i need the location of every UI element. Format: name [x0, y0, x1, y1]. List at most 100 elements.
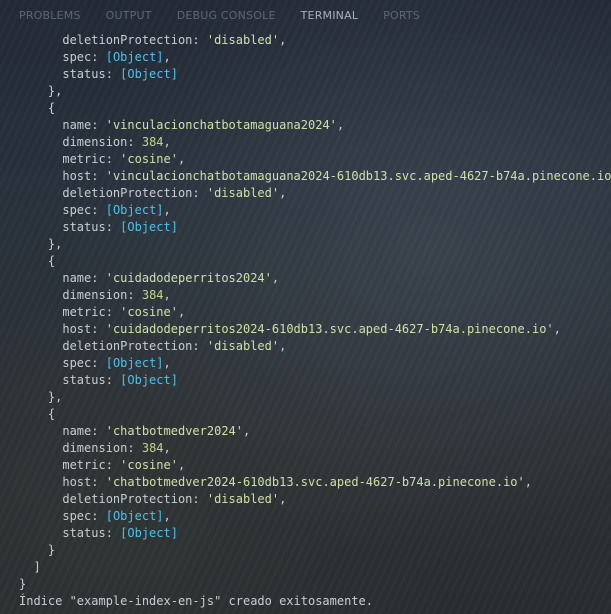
terminal-token: Índice "example-index-en-js" creado exit… — [19, 594, 374, 608]
terminal-line: dimension: 384, — [19, 440, 611, 457]
terminal-token: , — [279, 186, 287, 200]
terminal-line: { — [19, 100, 611, 117]
terminal-token: , — [177, 152, 186, 166]
terminal-token: , — [163, 203, 171, 217]
terminal-token: , — [163, 356, 171, 370]
terminal-line: name: 'vinculacionchatbotamaguana2024', — [19, 117, 611, 134]
terminal-token: 'cuidadodeperritos2024' — [105, 271, 272, 285]
terminal-token: }, — [47, 84, 63, 98]
terminal-token: [Object] — [120, 526, 178, 540]
terminal-token: [Object] — [105, 203, 164, 217]
terminal-token: }, — [47, 390, 63, 404]
terminal-token: { — [47, 254, 56, 268]
terminal-token: [Object] — [105, 509, 164, 523]
terminal-token: , — [524, 475, 532, 489]
terminal-line: { — [19, 406, 611, 423]
terminal-panel: PROBLEMS OUTPUT DEBUG CONSOLE TERMINAL P… — [0, 0, 611, 614]
terminal-token: host: — [62, 322, 106, 336]
terminal-line: } — [19, 576, 611, 593]
terminal-token: , — [279, 339, 287, 353]
terminal-token: host: — [62, 169, 106, 183]
terminal-line: host: 'cuidadodeperritos2024-610db13.svc… — [19, 321, 611, 338]
terminal-token: 'chatbotmedver2024' — [105, 424, 243, 438]
tab-output[interactable]: OUTPUT — [106, 1, 152, 29]
terminal-token: { — [47, 407, 56, 421]
terminal-line: ] — [19, 559, 611, 576]
terminal-token: spec: — [62, 356, 106, 370]
tab-ports[interactable]: PORTS — [383, 1, 420, 29]
terminal-token: [Object] — [120, 220, 178, 234]
terminal-token: }, — [47, 237, 63, 251]
terminal-token: deletionProtection: — [62, 186, 207, 200]
terminal-line: host: 'vinculacionchatbotamaguana2024-61… — [19, 168, 611, 185]
tab-problems[interactable]: PROBLEMS — [19, 1, 81, 29]
terminal-token: deletionProtection: — [62, 33, 207, 47]
terminal-line: name: 'chatbotmedver2024', — [19, 423, 611, 440]
terminal-token: , — [279, 33, 287, 47]
terminal-token: status: — [62, 67, 121, 81]
terminal-token: , — [163, 509, 171, 523]
terminal-token: , — [163, 288, 171, 302]
terminal-token: ] — [33, 560, 41, 574]
terminal-token: , — [336, 118, 345, 132]
terminal-line: dimension: 384, — [19, 287, 611, 304]
terminal-line: metric: 'cosine', — [19, 304, 611, 321]
terminal-token: , — [163, 135, 171, 149]
terminal-line: spec: [Object], — [19, 355, 611, 372]
terminal-line: } — [19, 542, 611, 559]
terminal-line: status: [Object] — [19, 525, 611, 542]
terminal-token: 'disabled' — [206, 339, 280, 353]
terminal-token: metric: — [62, 305, 121, 319]
terminal-token: 'disabled' — [206, 186, 280, 200]
terminal-token: , — [177, 458, 186, 472]
terminal-token: dimension: — [62, 288, 142, 302]
terminal-token: host: — [62, 475, 106, 489]
tab-debug-console[interactable]: DEBUG CONSOLE — [177, 1, 276, 29]
terminal-token: metric: — [62, 152, 121, 166]
tab-terminal[interactable]: TERMINAL — [301, 1, 359, 29]
terminal-token: 'vinculacionchatbotamaguana2024-610db13.… — [105, 169, 611, 183]
terminal-token: } — [47, 543, 56, 557]
terminal-token: spec: — [62, 50, 106, 64]
terminal-token: name: — [62, 424, 106, 438]
terminal-line: Índice "example-index-en-js" creado exit… — [19, 593, 611, 610]
terminal-token: dimension: — [62, 135, 142, 149]
terminal-token: 'cosine' — [120, 305, 178, 319]
terminal-line: spec: [Object], — [19, 49, 611, 66]
terminal-line: metric: 'cosine', — [19, 151, 611, 168]
terminal-token: 'cosine' — [120, 152, 178, 166]
terminal-line: spec: [Object], — [19, 508, 611, 525]
terminal-token: spec: — [62, 509, 106, 523]
terminal-token: 'cosine' — [120, 458, 178, 472]
terminal-token: , — [177, 305, 186, 319]
terminal-token: 'disabled' — [206, 492, 280, 506]
terminal-token: dimension: — [62, 441, 142, 455]
terminal-token: [Object] — [120, 373, 178, 387]
terminal-line: deletionProtection: 'disabled', — [19, 338, 611, 355]
terminal-line: deletionProtection: 'disabled', — [19, 185, 611, 202]
terminal-line: status: [Object] — [19, 372, 611, 389]
terminal-token: , — [243, 424, 251, 438]
terminal-token: status: — [62, 526, 121, 540]
terminal-output[interactable]: deletionProtection: 'disabled', spec: [O… — [19, 32, 611, 610]
terminal-line: metric: 'cosine', — [19, 457, 611, 474]
terminal-token: [Object] — [120, 67, 178, 81]
terminal-token: , — [271, 271, 280, 285]
terminal-token: metric: — [62, 458, 121, 472]
terminal-line: }, — [19, 236, 611, 253]
terminal-token: 384 — [141, 441, 164, 455]
terminal-line: deletionProtection: 'disabled', — [19, 491, 611, 508]
terminal-token: , — [163, 441, 171, 455]
terminal-token: , — [279, 492, 287, 506]
terminal-token: , — [553, 322, 561, 336]
terminal-token: [Object] — [105, 356, 164, 370]
terminal-line: status: [Object] — [19, 219, 611, 236]
terminal-token: , — [163, 50, 171, 64]
terminal-token: 'cuidadodeperritos2024-610db13.svc.aped-… — [105, 322, 554, 336]
terminal-line: status: [Object] — [19, 66, 611, 83]
terminal-token: { — [47, 101, 56, 115]
terminal-token: [Object] — [105, 50, 164, 64]
terminal-token: name: — [62, 118, 106, 132]
panel-tab-bar: PROBLEMS OUTPUT DEBUG CONSOLE TERMINAL P… — [0, 0, 611, 30]
terminal-line: deletionProtection: 'disabled', — [19, 32, 611, 49]
